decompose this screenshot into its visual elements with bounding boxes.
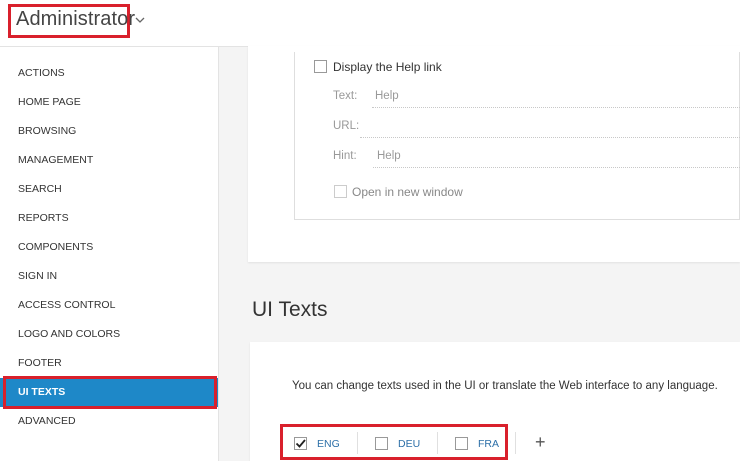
lang-fra-checkbox[interactable] xyxy=(455,437,468,450)
lang-eng-label[interactable]: ENG xyxy=(317,438,340,450)
hint-field-input[interactable]: Help xyxy=(377,150,401,162)
add-language-button[interactable]: + xyxy=(535,432,546,453)
sidebar-item-components[interactable]: COMPONENTS xyxy=(0,233,218,262)
sidebar-item-actions[interactable]: ACTIONS xyxy=(0,59,218,88)
lang-fra-label[interactable]: FRA xyxy=(478,438,499,450)
sidebar-item-advanced[interactable]: ADVANCED xyxy=(0,407,218,436)
role-title[interactable]: Administrator xyxy=(16,8,135,31)
sidebar-item-reports[interactable]: REPORTS xyxy=(0,204,218,233)
text-field-input[interactable]: Help xyxy=(375,90,399,102)
hint-field-underline xyxy=(373,167,740,168)
url-field-label: URL: xyxy=(333,120,360,132)
sidebar-item-logo-and-colors[interactable]: LOGO AND COLORS xyxy=(0,320,218,349)
ui-texts-description: You can change texts used in the UI or t… xyxy=(292,380,718,392)
lang-separator xyxy=(437,432,438,454)
display-help-label: Display the Help link xyxy=(333,60,442,74)
open-new-window-label: Open in new window xyxy=(352,185,463,199)
sidebar-item-management[interactable]: MANAGEMENT xyxy=(0,146,218,175)
sidebar-item-home-page[interactable]: HOME PAGE xyxy=(0,88,218,117)
sidebar-item-browsing[interactable]: BROWSING xyxy=(0,117,218,146)
lang-eng-checkbox[interactable] xyxy=(294,437,307,450)
sidebar-item-search[interactable]: SEARCH xyxy=(0,175,218,204)
text-field-label: Text: xyxy=(333,90,358,102)
lang-deu-checkbox[interactable] xyxy=(375,437,388,450)
sidebar-item-sign-in[interactable]: SIGN IN xyxy=(0,262,218,291)
display-help-checkbox[interactable] xyxy=(314,60,327,73)
sidebar-item-footer[interactable]: FOOTER xyxy=(0,349,218,378)
lang-deu-label[interactable]: DEU xyxy=(398,438,420,450)
text-field-underline xyxy=(372,107,740,108)
language-tabs-highlight xyxy=(280,424,508,460)
chevron-down-icon[interactable] xyxy=(134,14,146,26)
hint-field-label: Hint: xyxy=(333,150,357,162)
top-header: Administrator xyxy=(0,0,740,47)
lang-separator xyxy=(515,432,516,454)
section-title: UI Texts xyxy=(252,298,328,321)
open-new-window-checkbox[interactable] xyxy=(334,185,347,198)
sidebar-item-access-control[interactable]: ACCESS CONTROL xyxy=(0,291,218,320)
sidebar-item-ui-texts[interactable]: UI TEXTS xyxy=(0,378,218,407)
lang-separator xyxy=(357,432,358,454)
checkmark-icon xyxy=(295,439,306,448)
url-field-underline xyxy=(360,137,740,138)
